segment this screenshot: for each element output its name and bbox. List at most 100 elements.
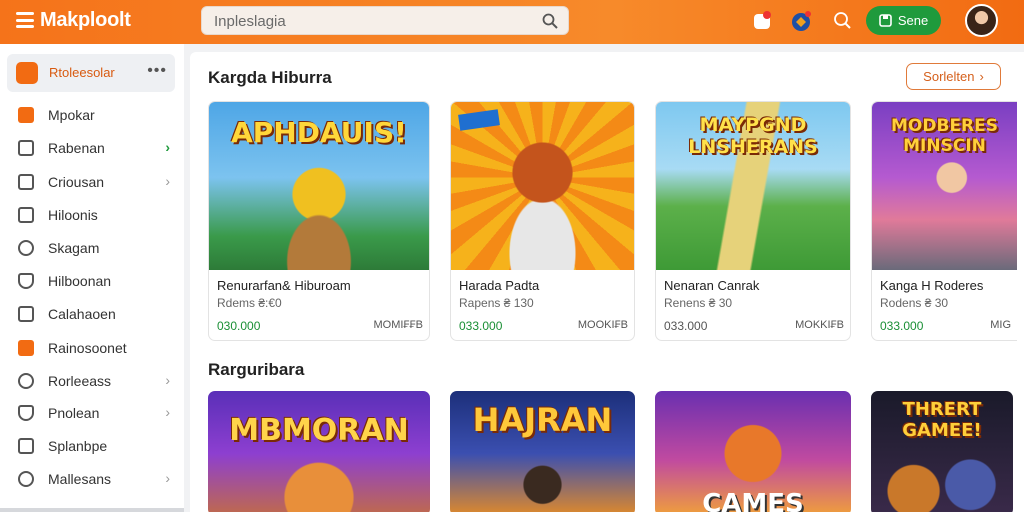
sidebar-item-label: Mallesans [48,471,112,487]
game-title: Harada Padta [459,278,540,293]
sidebar-item-hilboonan[interactable]: Hilboonan [18,270,174,292]
game-tag: MIG [990,319,1011,331]
section-title-popular: Rarguribara [208,360,305,379]
sidebar: Rtoleesolar ••• Mpokar Rabenan › Criousa… [0,44,184,512]
sidebar-item-label: Hilboonan [48,273,112,289]
save-icon [879,14,892,27]
sidebar-header-label: Rtoleesolar [49,65,115,80]
game-subtitle: Rodens ₴ 30 [880,296,949,310]
sidebar-item-label: Mpokar [48,107,95,123]
game-title: Nenaran Canrak [664,278,760,293]
search-input[interactable]: Inpleslagia [214,13,286,30]
thumbnail-title: CAMES [702,489,804,512]
sidebar-item-label: Criousan [48,174,105,190]
brand-icon [16,62,38,84]
game-card[interactable]: MODBERES MINSCIN Kanga H Roderes Rodens … [871,101,1017,341]
chevron-right-icon: › [165,372,170,388]
thumbnail-title: APHDAUIS! [231,116,407,149]
chevron-right-icon: › [165,470,170,486]
sidebar-item-rabenan[interactable]: Rabenan › [18,137,174,159]
sidebar-item-label: Pnolean [48,405,100,421]
sidebar-item-skagam[interactable]: Skagam [18,237,174,259]
thumbnail-title: HAJRAN [472,401,613,439]
thumbnail-title: MBMORAN [229,413,409,448]
game-title: Kanga H Roderes [880,278,984,293]
top-app-bar: Makploolt Inpleslagia Sene [0,0,1024,44]
sidebar-item-mpokar[interactable]: Mpokar [18,104,174,126]
save-label: Sene [897,13,929,28]
image-icon [18,438,34,454]
game-card[interactable]: Harada Padta Rapens ₴ 130 033.000 MOOKI₣… [450,101,635,341]
game-subtitle: Rdems ₴:€0 [217,296,282,310]
game-title: Renurarfan& Hiburoam [217,278,351,293]
game-card[interactable]: THRERT GAMEE! [871,391,1013,512]
sidebar-item-criousan[interactable]: Criousan › [18,171,174,193]
chevron-right-icon: › [165,173,170,189]
avatar[interactable] [965,4,998,37]
sidebar-item-splanbpe[interactable]: Splanbpe [18,435,174,457]
more-icon[interactable]: ••• [147,62,167,80]
see-all-label: Sorlelten [923,69,975,84]
game-subtitle: Renens ₴ 30 [664,296,733,310]
game-thumbnail: APHDAUIS! [209,102,429,270]
sidebar-item-label: Hiloonis [48,207,98,223]
heart-icon [18,405,34,421]
gear-icon [18,240,34,256]
wallet-icon[interactable] [790,10,812,32]
game-card[interactable]: HAJRAN [450,391,635,512]
gift-icon [18,107,34,123]
game-price: 033.000 [459,319,503,333]
game-subtitle: Rapens ₴ 130 [459,296,534,310]
folder-icon [18,306,34,322]
sidebar-item-rainosoonet[interactable]: Rainosoonet [18,337,174,359]
game-card[interactable]: MAYPGND LNSHERANS Nenaran Canrak Renens … [655,101,851,341]
section-title-featured: Kargda Hiburra [208,68,332,87]
game-tag: MOKKI₣B [795,319,844,331]
sidebar-item-label: Rainosoonet [48,340,127,356]
game-tag: MOMI₣₣B [373,319,423,331]
save-button[interactable]: Sene [866,6,941,35]
game-tag: MOOKI₣B [577,319,628,331]
info-icon [18,471,34,487]
game-price: 030.000 [217,319,261,333]
sidebar-item-label: Rorleeass [48,373,112,389]
game-thumbnail: MAYPGND LNSHERANS [656,102,850,270]
sidebar-item-pnolean[interactable]: Pnolean › [18,402,174,424]
badge [458,109,500,131]
chevron-right-icon: › [165,139,170,155]
chevron-right-icon: › [979,69,984,84]
sidebar-item-label: Skagam [48,240,100,256]
menu-icon[interactable] [16,12,34,28]
document-icon [18,207,34,223]
settings-icon [18,373,34,389]
chevron-right-icon: › [165,404,170,420]
search-icon[interactable] [832,10,854,32]
grid-icon [18,140,34,156]
sidebar-item-hiloonis[interactable]: Hiloonis [18,204,174,226]
search-bar[interactable]: Inpleslagia [201,6,569,35]
game-price: 033.000 [664,319,708,333]
sidebar-item-rorleeass[interactable]: Rorleeass › [18,370,174,392]
game-thumbnail [451,102,634,270]
sidebar-item-calahaoen[interactable]: Calahaoen [18,303,174,325]
star-icon [18,340,34,356]
thumbnail-title: MODBERES MINSCIN [891,116,998,156]
thumbnail-title: THRERT GAMEE! [902,399,982,441]
notification-icon[interactable] [751,10,773,32]
game-card[interactable]: CAMES [655,391,851,512]
game-price: 033.000 [880,319,924,333]
puzzle-icon [18,174,34,190]
search-icon[interactable] [542,13,558,29]
sidebar-item-mallesans[interactable]: Mallesans › [18,468,174,490]
game-card[interactable]: APHDAUIS! Renurarfan& Hiburoam Rdems ₴:€… [208,101,430,341]
sidebar-item-label: Calahaoen [48,306,116,322]
thumbnail-title: MAYPGND LNSHERANS [688,114,818,158]
app-title[interactable]: Makploolt [40,9,131,32]
sidebar-item-label: Splanbpe [48,438,108,454]
game-thumbnail: MODBERES MINSCIN [872,102,1017,270]
game-card[interactable]: MBMORAN [208,391,430,512]
see-all-button[interactable]: Sorlelten › [906,63,1001,90]
sidebar-header[interactable]: Rtoleesolar ••• [7,54,175,92]
sidebar-item-label: Rabenan [48,140,105,156]
sidebar-scrollbar[interactable] [0,508,184,512]
